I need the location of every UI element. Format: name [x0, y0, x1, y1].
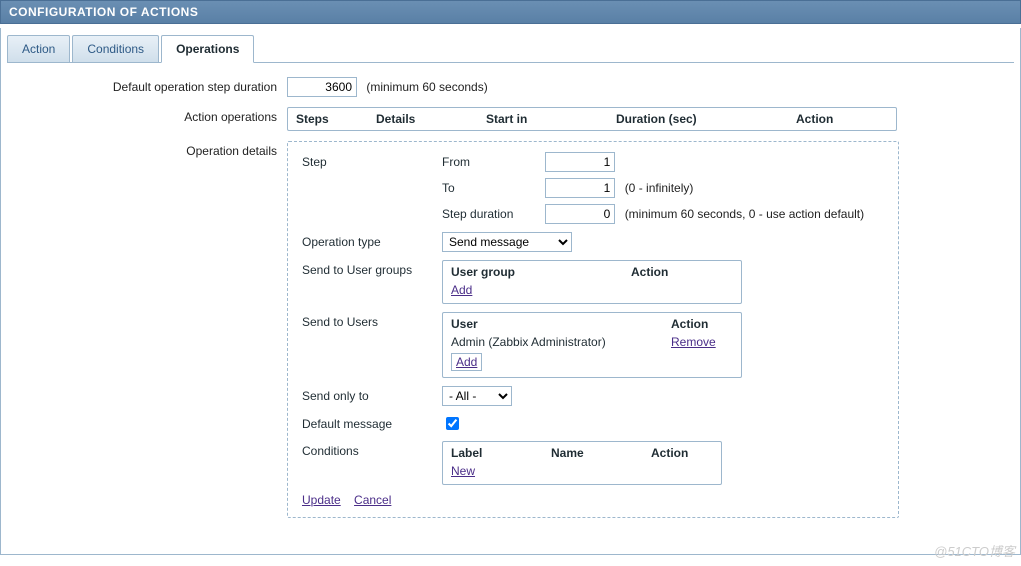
step-label: Step	[302, 152, 442, 169]
action-operations-label: Action operations	[17, 107, 287, 124]
step-duration-hint: (minimum 60 seconds, 0 - use action defa…	[625, 207, 864, 221]
default-duration-label: Default operation step duration	[17, 77, 287, 94]
cond-label-header: Label	[451, 446, 551, 460]
step-to-input[interactable]	[545, 178, 615, 198]
cond-name-header: Name	[551, 446, 651, 460]
tab-bar: Action Conditions Operations	[1, 28, 1020, 62]
from-label: From	[442, 155, 542, 169]
step-duration-input[interactable]	[545, 204, 615, 224]
operation-type-label: Operation type	[302, 232, 442, 249]
step-from-input[interactable]	[545, 152, 615, 172]
default-message-checkbox[interactable]	[446, 417, 459, 430]
send-only-to-select[interactable]: - All -	[442, 386, 512, 406]
operation-details-box: Step From To (0 - infinitely)	[287, 141, 899, 518]
user-group-action-header: Action	[631, 265, 668, 279]
ops-header-duration: Duration (sec)	[616, 112, 796, 126]
tab-conditions[interactable]: Conditions	[72, 35, 159, 63]
user-header: User	[451, 317, 671, 331]
new-condition-link[interactable]: New	[451, 464, 475, 478]
send-user-groups-label: Send to User groups	[302, 260, 442, 277]
tab-operations[interactable]: Operations	[161, 35, 254, 63]
cancel-button[interactable]: Cancel	[354, 493, 391, 507]
send-users-label: Send to Users	[302, 312, 442, 329]
tab-action[interactable]: Action	[7, 35, 70, 63]
step-duration-label: Step duration	[442, 207, 542, 221]
tab-content: Default operation step duration (minimum…	[7, 62, 1014, 548]
to-hint: (0 - infinitely)	[625, 181, 694, 195]
user-groups-table: User group Action Add	[442, 260, 742, 304]
default-duration-input[interactable]	[287, 77, 357, 97]
ops-header-steps: Steps	[296, 112, 376, 126]
user-group-header: User group	[451, 265, 631, 279]
table-row: Admin (Zabbix Administrator) Remove	[451, 335, 733, 349]
cond-action-header: Action	[651, 446, 688, 460]
ops-header-details: Details	[376, 112, 486, 126]
ops-header-action: Action	[796, 112, 888, 126]
user-row-name: Admin (Zabbix Administrator)	[451, 335, 671, 349]
operation-type-select[interactable]: Send message	[442, 232, 572, 252]
to-label: To	[442, 181, 542, 195]
default-message-label: Default message	[302, 414, 442, 431]
update-button[interactable]: Update	[302, 493, 341, 507]
remove-user-link[interactable]: Remove	[671, 335, 716, 349]
main-panel: Action Conditions Operations Default ope…	[0, 28, 1021, 555]
send-only-to-label: Send only to	[302, 386, 442, 403]
ops-header-startin: Start in	[486, 112, 616, 126]
add-user-group-link[interactable]: Add	[451, 283, 472, 297]
action-operations-table: Steps Details Start in Duration (sec) Ac…	[287, 107, 897, 131]
users-table: User Action Admin (Zabbix Administrator)…	[442, 312, 742, 378]
user-action-header: Action	[671, 317, 708, 331]
conditions-table: Label Name Action New	[442, 441, 722, 485]
watermark: @51CTO博客	[934, 541, 1015, 560]
conditions-label: Conditions	[302, 441, 442, 458]
panel-header: CONFIGURATION OF ACTIONS	[0, 0, 1021, 24]
operation-details-label: Operation details	[17, 141, 287, 158]
default-duration-hint: (minimum 60 seconds)	[366, 80, 487, 94]
add-user-link[interactable]: Add	[451, 353, 482, 371]
